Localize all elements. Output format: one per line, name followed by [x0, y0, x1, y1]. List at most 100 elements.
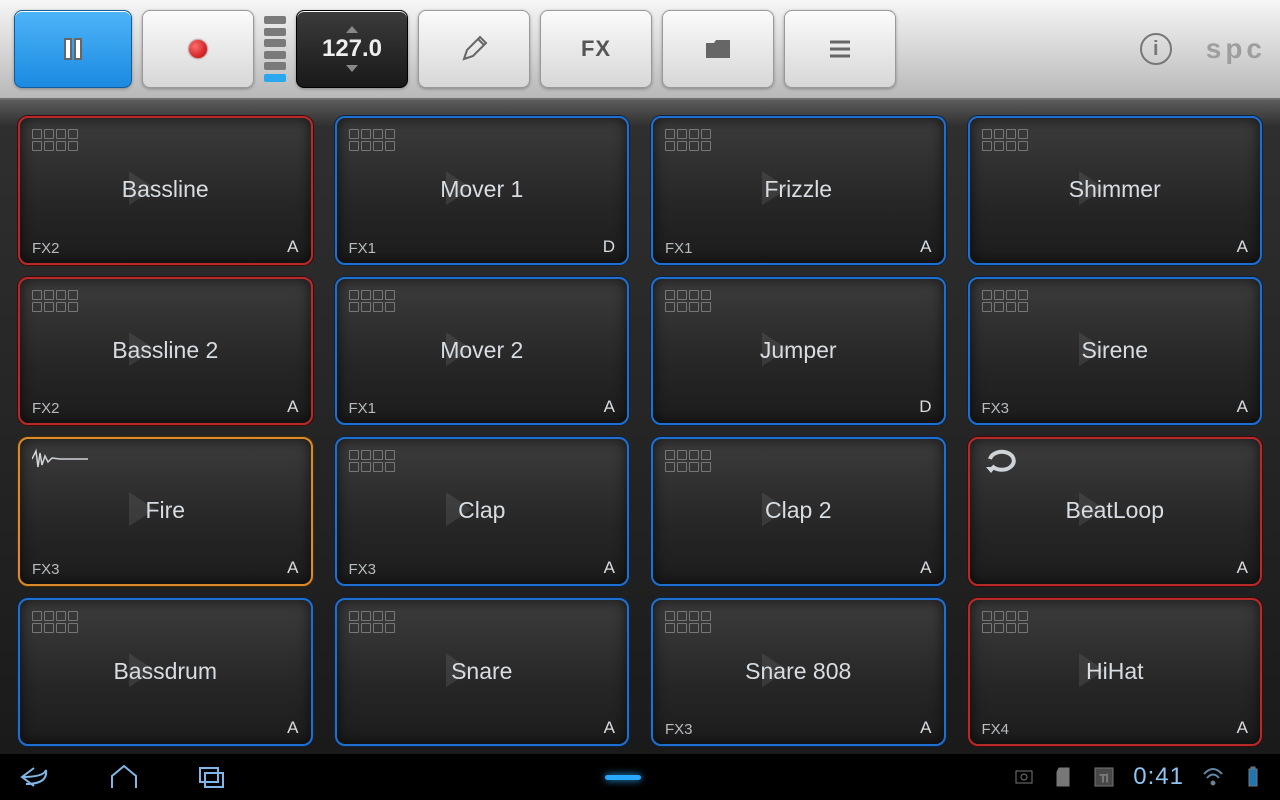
- pad-fire[interactable]: FireFX3A: [18, 437, 313, 586]
- fx-button[interactable]: FX: [540, 10, 652, 88]
- recents-icon: [192, 762, 232, 792]
- bpm-stepper[interactable]: 127.0: [296, 10, 408, 88]
- pad-label: Snare: [337, 658, 628, 685]
- fx-label: FX: [581, 36, 611, 62]
- battery-icon: [1242, 766, 1264, 788]
- wave-icon: [32, 449, 92, 473]
- home-button[interactable]: [104, 762, 144, 792]
- pad-label: Mover 1: [337, 176, 628, 203]
- pad-bank-label: A: [604, 397, 615, 417]
- brand-label: spc: [1206, 33, 1266, 65]
- pad-label: Bassline 2: [20, 337, 311, 364]
- grid-icon: [32, 289, 92, 313]
- pad-fx-label: FX2: [32, 240, 60, 257]
- pad-mover-2[interactable]: Mover 2FX1A: [335, 277, 630, 426]
- pad-jumper[interactable]: Jumper D: [651, 277, 946, 426]
- folder-icon: [702, 33, 734, 65]
- pad-shimmer[interactable]: Shimmer A: [968, 116, 1263, 265]
- pad-fx-label: FX3: [349, 561, 377, 578]
- pad-label: Jumper: [653, 337, 944, 364]
- pad-sirene[interactable]: Sirene FX3 A: [968, 277, 1263, 426]
- record-button[interactable]: [142, 10, 254, 88]
- pad-bassline-2[interactable]: Bassline 2 FX2 A: [18, 277, 313, 426]
- svg-text:Ti: Ti: [1100, 773, 1109, 785]
- pad-bank-label: A: [604, 718, 615, 738]
- pad-label: Clap: [337, 497, 628, 524]
- pad-label: Sirene: [970, 337, 1261, 364]
- toolbar: 127.0 FX i spc: [0, 0, 1280, 100]
- grid-icon: [349, 449, 409, 473]
- play-pause-button[interactable]: [14, 10, 132, 88]
- grid-icon: [665, 128, 725, 152]
- pad-label: Shimmer: [970, 176, 1261, 203]
- pause-icon: [57, 33, 89, 65]
- list-button[interactable]: [784, 10, 896, 88]
- screenshot-icon: [1013, 766, 1035, 788]
- pad-fx-label: FX1: [349, 240, 377, 257]
- record-icon: [189, 40, 207, 58]
- pad-bank-label: A: [287, 237, 298, 257]
- pad-fx-label: FX3: [982, 400, 1010, 417]
- back-button[interactable]: [16, 762, 56, 792]
- pad-bassdrum[interactable]: Bassdrum A: [18, 598, 313, 747]
- sd-card-icon: [1053, 766, 1075, 788]
- grid-icon: [665, 610, 725, 634]
- pad-mover-1[interactable]: Mover 1 FX1 D: [335, 116, 630, 265]
- chevron-down-icon: [346, 65, 358, 72]
- pad-label: Snare 808: [653, 658, 944, 685]
- pad-label: BeatLoop: [970, 497, 1261, 524]
- pad-bank-label: A: [920, 237, 931, 257]
- pad-bank-label: A: [920, 718, 931, 738]
- pad-bank-label: A: [1237, 237, 1248, 257]
- pad-clap-2[interactable]: Clap 2A: [651, 437, 946, 586]
- chevron-up-icon: [346, 26, 358, 33]
- status-tray: Ti 0:41: [1013, 763, 1264, 791]
- notification-handle[interactable]: [605, 775, 641, 780]
- pad-bank-label: A: [1237, 558, 1248, 578]
- titanium-icon: Ti: [1093, 766, 1115, 788]
- recents-button[interactable]: [192, 762, 232, 792]
- pad-bank-label: A: [1237, 397, 1248, 417]
- pad-snare[interactable]: Snare A: [335, 598, 630, 747]
- grid-icon: [982, 128, 1042, 152]
- grid-icon: [665, 449, 725, 473]
- grid-icon: [349, 128, 409, 152]
- pad-frizzle[interactable]: FrizzleFX1A: [651, 116, 946, 265]
- info-button[interactable]: i: [1140, 33, 1172, 65]
- pad-fx-label: FX2: [32, 400, 60, 417]
- pad-fx-label: FX4: [982, 721, 1010, 738]
- pad-bank-label: D: [919, 397, 931, 417]
- pad-bassline[interactable]: Bassline FX2 A: [18, 116, 313, 265]
- grid-icon: [32, 610, 92, 634]
- list-icon: [824, 33, 856, 65]
- pad-bank-label: A: [287, 718, 298, 738]
- info-icon: i: [1153, 38, 1159, 61]
- pad-label: Bassline: [20, 176, 311, 203]
- pad-snare-808[interactable]: Snare 808 FX3 A: [651, 598, 946, 747]
- pad-label: HiHat: [970, 658, 1261, 685]
- back-icon: [16, 762, 56, 792]
- loop-icon: [982, 449, 1042, 473]
- pad-label: Bassdrum: [20, 658, 311, 685]
- edit-button[interactable]: [418, 10, 530, 88]
- pad-hihat[interactable]: HiHatFX4A: [968, 598, 1263, 747]
- pad-label: Frizzle: [653, 176, 944, 203]
- app-root: 127.0 FX i spc: [0, 0, 1280, 800]
- pad-bank-label: A: [604, 558, 615, 578]
- grid-icon: [32, 128, 92, 152]
- android-navbar: Ti 0:41: [0, 754, 1280, 800]
- pad-bank-label: A: [920, 558, 931, 578]
- folder-button[interactable]: [662, 10, 774, 88]
- bpm-value: 127.0: [322, 35, 382, 63]
- pad-bank-label: D: [603, 237, 615, 257]
- wifi-icon: [1202, 766, 1224, 788]
- level-meter[interactable]: [264, 10, 286, 88]
- grid-icon: [349, 610, 409, 634]
- pad-clap[interactable]: Clap FX3 A: [335, 437, 630, 586]
- pad-fx-label: FX3: [665, 721, 693, 738]
- grid-icon: [349, 289, 409, 313]
- pad-grid-container: BasslineFX2AMover 1FX1DFrizzleFX1AShimme…: [0, 100, 1280, 754]
- pad-bank-label: A: [287, 558, 298, 578]
- pad-bank-label: A: [287, 397, 298, 417]
- pad-beatloop[interactable]: BeatLoop A: [968, 437, 1263, 586]
